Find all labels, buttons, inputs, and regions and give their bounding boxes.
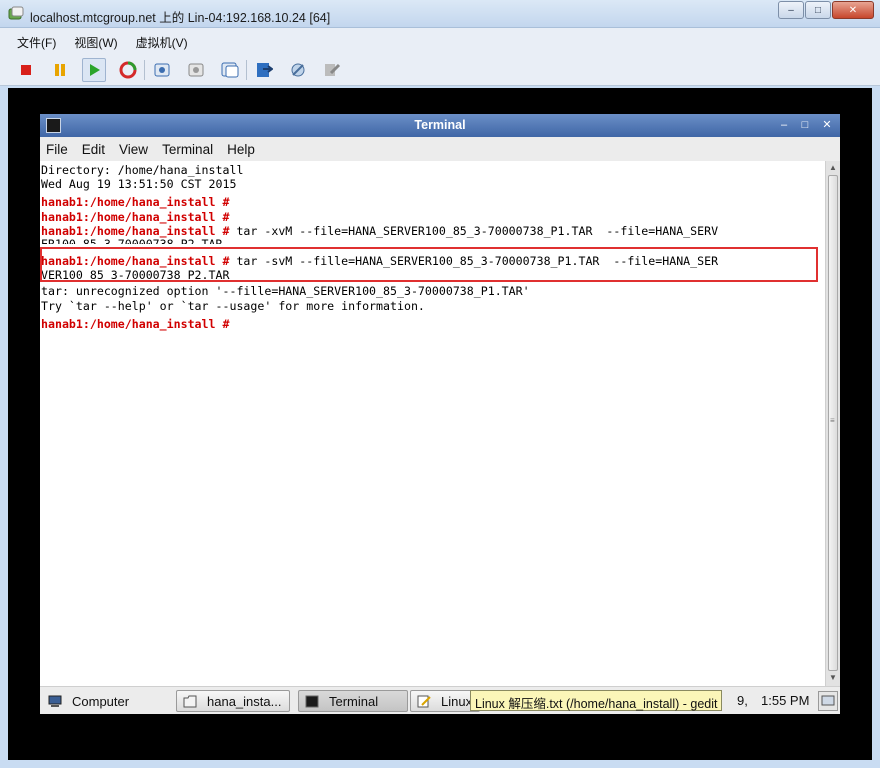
take-snapshot-button[interactable] [150, 58, 174, 82]
terminal-prompt: hanab1:/home/hana_install # [41, 317, 230, 331]
terminal-prompt: hanab1:/home/hana_install # [41, 210, 230, 224]
host-toolbar [0, 56, 880, 86]
terminal-menu-terminal[interactable]: Terminal [162, 142, 213, 157]
reset-button[interactable] [116, 58, 140, 82]
terminal-minimize-button[interactable]: – [776, 117, 792, 133]
grip-icon: ≡ [830, 416, 835, 425]
text-editor-icon [417, 695, 431, 707]
terminal-window: Terminal – □ ✕ File Edit View Terminal H… [40, 114, 840, 714]
terminal-line: Directory: /home/hana_install [41, 163, 244, 177]
terminal-close-button[interactable]: ✕ [819, 117, 835, 133]
taskbar-item-terminal[interactable]: Terminal [298, 690, 408, 712]
host-window-title: localhost.mtcgroup.net 上的 Lin-04:192.168… [30, 11, 331, 25]
taskbar-item-label: Terminal [329, 693, 379, 709]
tray-clock[interactable]: 1:55 PM [761, 693, 809, 708]
terminal-title: Terminal [414, 118, 466, 132]
snapshot-icon [154, 63, 170, 77]
maximize-button[interactable]: □ [805, 1, 831, 19]
play-icon [90, 64, 100, 76]
terminal-scrollbar[interactable]: ▲ ≡ ▼ [825, 161, 840, 686]
computer-label: Computer [72, 693, 130, 709]
terminal-command-line: hanab1:/home/hana_install # tar -xvM --f… [41, 224, 718, 238]
revert-snapshot-button[interactable] [184, 58, 208, 82]
terminal-line: Wed Aug 19 13:51:50 CST 2015 [41, 177, 237, 191]
vm-settings-button[interactable] [286, 58, 310, 82]
terminal-output[interactable]: Directory: /home/hana_install Wed Aug 19… [40, 161, 825, 686]
terminal-titlebar: Terminal – □ ✕ [40, 114, 840, 137]
snapshot-manager-button[interactable] [218, 58, 242, 82]
terminal-menubar: File Edit View Terminal Help [40, 137, 840, 161]
scroll-up-arrow-icon[interactable]: ▲ [827, 162, 839, 174]
highlight-annotation [40, 247, 818, 282]
gedit-tooltip: Linux 解压缩.txt (/home/hana_install) - ged… [470, 690, 723, 711]
show-desktop-button[interactable] [818, 691, 838, 711]
terminal-prompt: hanab1:/home/hana_install # [41, 195, 230, 209]
menu-view[interactable]: 视图(W) [71, 32, 120, 53]
taskbar-item-label: hana_insta... [207, 693, 282, 709]
command-text: tar -xvM --file=HANA_SERVER100_85_3-7000… [229, 224, 719, 238]
host-titlebar: localhost.mtcgroup.net 上的 Lin-04:192.168… [0, 0, 880, 28]
console-icon [257, 63, 273, 77]
folder-icon [183, 695, 197, 707]
terminal-error-line: tar: unrecognized option '--fille=HANA_S… [41, 284, 530, 298]
terminal-prompt: hanab1:/home/hana_install # [41, 224, 230, 238]
tray-date: 9, [737, 693, 748, 708]
guest-taskbar: Computer hana_insta... Terminal Linux Li… [40, 686, 840, 714]
computer-icon [48, 695, 62, 707]
terminal-line: ER100_85_3-70000738_P2.TAR [41, 237, 223, 244]
edit-settings-icon [325, 63, 341, 76]
power-on-button[interactable] [82, 58, 106, 82]
settings-icon [291, 63, 305, 77]
terminal-menu-view[interactable]: View [119, 142, 148, 157]
terminal-menu-edit[interactable]: Edit [82, 142, 105, 157]
close-button[interactable]: ✕ [832, 1, 874, 19]
minimize-button[interactable]: – [778, 1, 804, 19]
menu-file[interactable]: 文件(F) [14, 32, 59, 53]
vsphere-client-icon [8, 6, 24, 20]
host-window-controls: – □ ✕ [777, 1, 874, 19]
terminal-menu-help[interactable]: Help [227, 142, 255, 157]
edit-settings-button[interactable] [320, 58, 344, 82]
host-menubar: 文件(F) 视图(W) 虚拟机(V) [0, 28, 880, 56]
stop-icon [21, 65, 31, 75]
console-settings-button[interactable] [252, 58, 276, 82]
computer-menu-button[interactable]: Computer [48, 691, 129, 711]
scrollbar-thumb[interactable]: ≡ [828, 175, 838, 671]
scroll-down-arrow-icon[interactable]: ▼ [827, 672, 839, 684]
taskbar-item-file-manager[interactable]: hana_insta... [176, 690, 290, 712]
desktop-icon [821, 695, 835, 706]
pause-button[interactable] [48, 58, 72, 82]
snapshot-manager-icon [221, 62, 239, 78]
vm-console[interactable]: Terminal – □ ✕ File Edit View Terminal H… [8, 88, 872, 760]
stop-button[interactable] [14, 58, 38, 82]
revert-icon [188, 63, 204, 77]
terminal-maximize-button[interactable]: □ [797, 117, 813, 133]
taskbar-item-label: Linux [441, 693, 473, 709]
terminal-error-line: Try `tar --help' or `tar --usage' for mo… [41, 299, 425, 313]
terminal-icon [305, 695, 319, 707]
terminal-menu-file[interactable]: File [46, 142, 68, 157]
pause-icon [55, 64, 65, 76]
menu-vm[interactable]: 虚拟机(V) [133, 32, 191, 53]
reset-icon [119, 61, 137, 79]
